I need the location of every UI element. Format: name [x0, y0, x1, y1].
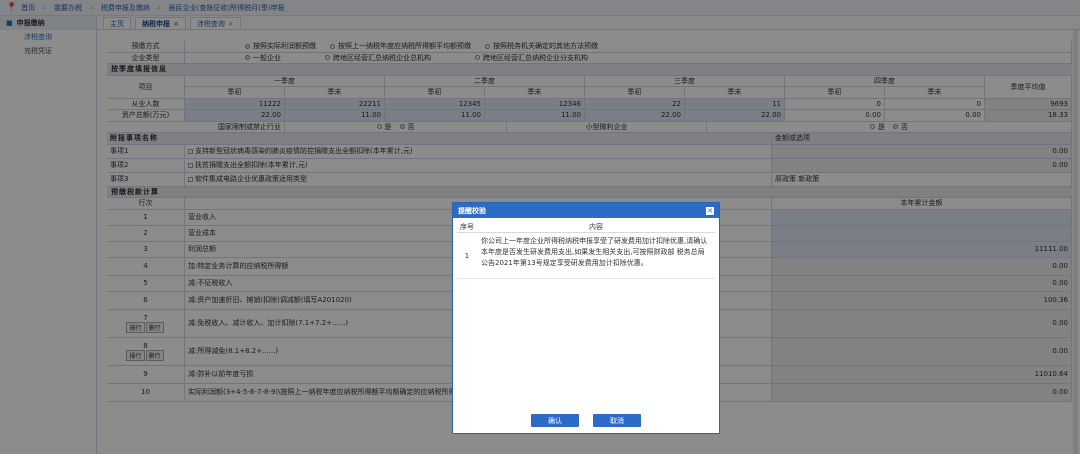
- col-no: 序号: [460, 223, 474, 231]
- col-content: 内容: [589, 223, 603, 231]
- dialog-buttons: 确认 取消: [453, 414, 719, 427]
- row-text: 你公司上一年度企业所得税纳税申报享受了研发费用加计扣除优惠,请确认本年度是否发生…: [481, 237, 708, 267]
- dialog-row: 1 你公司上一年度企业所得税纳税申报享受了研发费用加计扣除优惠,请确认本年度是否…: [457, 233, 715, 279]
- dialog-titlebar: 提醒校验 ✕: [453, 203, 719, 218]
- dialog-table-header: 序号 内容: [457, 222, 715, 233]
- dialog-title: 提醒校验: [458, 206, 486, 215]
- cancel-button[interactable]: 取消: [593, 414, 641, 427]
- confirm-button[interactable]: 确认: [531, 414, 579, 427]
- close-icon[interactable]: ✕: [706, 206, 714, 215]
- row-no: 1: [464, 251, 470, 260]
- reminder-dialog: 提醒校验 ✕ 序号 内容 1 你公司上一年度企业所得税纳税申报享受了研发费用加计…: [452, 202, 720, 434]
